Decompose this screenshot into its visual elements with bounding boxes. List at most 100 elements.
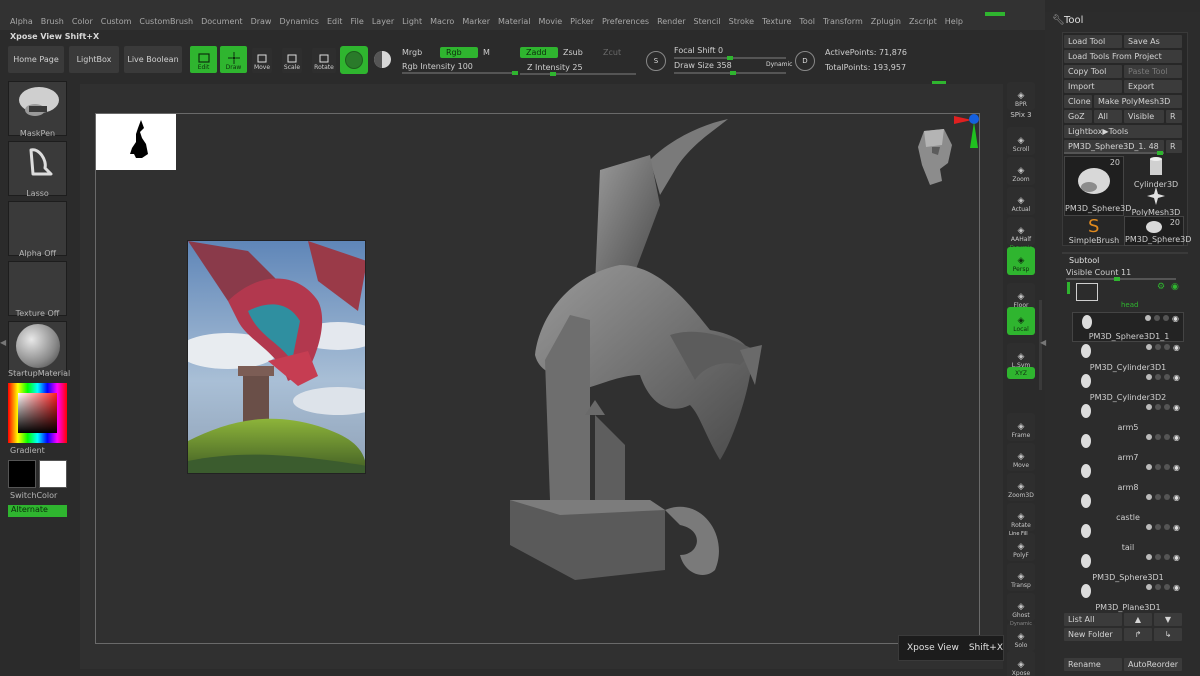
right-tray-toggle-icon[interactable]: ◀	[1040, 338, 1046, 347]
subtool-row[interactable]: ◉ arm8	[1072, 462, 1184, 492]
rename-button[interactable]: Rename	[1064, 658, 1122, 671]
eye-icon[interactable]: ◉	[1173, 493, 1180, 502]
menu-marker[interactable]: Marker	[458, 17, 494, 26]
menu-layer[interactable]: Layer	[368, 17, 398, 26]
menu-light[interactable]: Light	[398, 17, 426, 26]
folder-visibility-icon[interactable]: ◉	[1171, 282, 1179, 292]
alternate-button[interactable]: Alternate	[8, 505, 67, 517]
z-intensity-slider[interactable]	[520, 72, 636, 76]
visible-count-label[interactable]: Visible Count 11	[1066, 268, 1131, 277]
subtool-merge-toggle[interactable]	[1155, 374, 1162, 380]
menu-movie[interactable]: Movie	[534, 17, 566, 26]
home-page-button[interactable]: Home Page	[8, 46, 64, 73]
alpha-tile[interactable]	[8, 201, 67, 256]
save-as-button[interactable]: Save As	[1124, 35, 1182, 48]
menu-dynamics[interactable]: Dynamics	[275, 17, 322, 26]
color-saturation-square[interactable]	[18, 393, 57, 433]
subtool-merge-toggle[interactable]	[1154, 315, 1161, 321]
dynamic-toggle[interactable]: Dynamic	[766, 61, 792, 68]
subtool-merge-toggle[interactable]	[1155, 434, 1162, 440]
subtool-merge-toggle[interactable]	[1155, 494, 1162, 500]
list-all-button[interactable]: List All	[1064, 613, 1122, 626]
live-boolean-button[interactable]: Live Boolean	[124, 46, 182, 73]
main-color-swatch[interactable]	[8, 460, 36, 488]
persp-button[interactable]: ◈ Persp	[1007, 247, 1035, 275]
lightbox-tools-button[interactable]: Lightbox▶Tools	[1064, 125, 1182, 138]
subtool-polypaint-toggle[interactable]	[1146, 434, 1153, 440]
paste-tool-button[interactable]: Paste Tool	[1124, 65, 1182, 78]
menu-picker[interactable]: Picker	[566, 17, 598, 26]
subtool-lock-toggle[interactable]	[1164, 404, 1171, 410]
eye-icon[interactable]: ◉	[1173, 403, 1180, 412]
move-button[interactable]: Move	[252, 48, 272, 73]
stroke-tile[interactable]	[8, 141, 67, 196]
rotate-button[interactable]: Rotate	[312, 48, 336, 73]
tool-title[interactable]: Tool	[1064, 15, 1083, 26]
brush-tile[interactable]	[8, 81, 67, 136]
subtool-row[interactable]: ◉ arm5	[1072, 402, 1184, 432]
subtool-merge-toggle[interactable]	[1155, 464, 1162, 470]
visible-count-slider[interactable]	[1066, 277, 1176, 281]
tool-thumb-sphere3d-2[interactable]: PM3D_Sphere3D 20	[1124, 216, 1191, 246]
zoom3d-button[interactable]: ◈ Zoom3D	[1007, 473, 1035, 501]
material-tile[interactable]	[8, 321, 67, 376]
subtool-row[interactable]: ◉ PM3D_Cylinder3D1	[1072, 342, 1184, 372]
lightbox-button[interactable]: LightBox	[69, 46, 119, 73]
xyz-button[interactable]: XYZ	[1007, 367, 1035, 379]
move-down-button[interactable]: ▼	[1154, 613, 1182, 626]
folder-icon[interactable]	[1076, 283, 1098, 301]
copy-tool-button[interactable]: Copy Tool	[1064, 65, 1122, 78]
ghost-button[interactable]: ◈ Ghost	[1007, 593, 1035, 621]
subtool-lock-toggle[interactable]	[1164, 434, 1171, 440]
frame-button[interactable]: ◈ Frame	[1007, 413, 1035, 441]
menu-transform[interactable]: Transform	[819, 17, 867, 26]
eye-icon[interactable]: ◉	[1173, 583, 1180, 592]
scroll-button[interactable]: ◈ Scroll	[1007, 127, 1035, 155]
menu-file[interactable]: File	[346, 17, 367, 26]
arrow-down-right-button[interactable]: ↳	[1154, 628, 1182, 641]
material-swatch-button[interactable]	[340, 46, 368, 74]
color-picker[interactable]	[8, 383, 67, 443]
focal-shift-label[interactable]: Focal Shift 0	[674, 46, 723, 55]
rotate-view-button[interactable]: ◈ Rotate	[1007, 503, 1035, 531]
switch-color-button[interactable]: SwitchColor	[10, 491, 57, 500]
menu-color[interactable]: Color	[68, 17, 97, 26]
eye-icon[interactable]: ◉	[1173, 373, 1180, 382]
menu-stroke[interactable]: Stroke	[725, 17, 759, 26]
auto-reorder-button[interactable]: AutoReorder	[1124, 658, 1182, 671]
polyf-button[interactable]: ◈ PolyF	[1007, 533, 1035, 561]
goz-r-button[interactable]: R	[1166, 110, 1182, 123]
bpr-button[interactable]: ◈ BPR	[1007, 82, 1035, 110]
texture-tile[interactable]	[8, 261, 67, 316]
axis-gizmo-icon[interactable]	[946, 110, 982, 152]
focal-shift-slider[interactable]	[674, 56, 786, 60]
current-tool-r-button[interactable]: R	[1166, 140, 1182, 153]
tool-thumb-sphere3d[interactable]: PM3D_Sphere3D 20	[1064, 156, 1131, 216]
actual-button[interactable]: ◈ Actual	[1007, 187, 1035, 215]
eye-icon[interactable]: ◉	[1173, 523, 1180, 532]
m-button[interactable]: M	[483, 48, 490, 57]
scale-button[interactable]: Scale	[282, 48, 302, 73]
texture-swatch-icon[interactable]	[374, 51, 391, 68]
clone-button[interactable]: Clone	[1064, 95, 1092, 108]
rgb-intensity-label[interactable]: Rgb Intensity 100	[402, 62, 473, 71]
edit-button[interactable]: Edit	[190, 46, 217, 73]
folder-settings-icon[interactable]: ⚙	[1157, 282, 1165, 292]
subtool-lock-toggle[interactable]	[1164, 344, 1171, 350]
dragon-sculpt-model[interactable]	[500, 115, 770, 585]
xpose-button[interactable]: ◈ Xpose	[1007, 651, 1035, 676]
goz-visible-button[interactable]: Visible	[1124, 110, 1164, 123]
menu-render[interactable]: Render	[653, 17, 689, 26]
menu-material[interactable]: Material	[494, 17, 535, 26]
menu-draw[interactable]: Draw	[247, 17, 276, 26]
new-folder-button[interactable]: New Folder	[1064, 628, 1122, 641]
eye-icon[interactable]: ◉	[1173, 463, 1180, 472]
goz-all-button[interactable]: All	[1094, 110, 1122, 123]
subtool-merge-toggle[interactable]	[1155, 344, 1162, 350]
subtool-row[interactable]: ◉ castle	[1072, 492, 1184, 522]
subtool-lock-toggle[interactable]	[1164, 494, 1171, 500]
gradient-label[interactable]: Gradient	[10, 446, 45, 455]
draw-size-slider[interactable]	[674, 71, 786, 75]
mrgb-button[interactable]: Mrgb	[402, 48, 422, 57]
subtool-title[interactable]: Subtool	[1069, 256, 1099, 265]
